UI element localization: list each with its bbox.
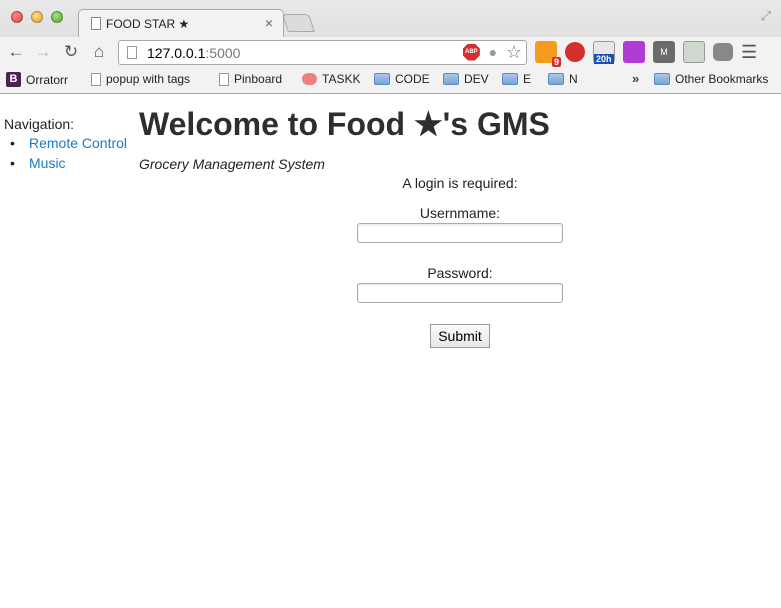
folder-icon	[374, 73, 390, 85]
navigation-list: Remote Control Music	[10, 135, 127, 175]
bookmark-label: popup with tags	[106, 72, 191, 86]
sushi-icon	[302, 73, 317, 85]
url-host: 127.0.0.1	[147, 45, 206, 61]
home-button[interactable]: ⌂	[89, 42, 109, 62]
folder-icon	[654, 73, 670, 85]
rss-icon[interactable]: 9	[535, 41, 561, 67]
bookmark-folder-n[interactable]: N	[548, 72, 578, 86]
b-icon: B	[6, 72, 21, 87]
forward-button[interactable]: →	[33, 42, 53, 62]
bookmark-folder-other[interactable]: Other Bookmarks	[654, 72, 768, 86]
bookmark-pinboard[interactable]: Pinboard	[219, 72, 282, 86]
page-title: Welcome to Food ★'s GMS	[139, 106, 550, 142]
url-text[interactable]: 127.0.0.1:5000	[147, 45, 240, 61]
extension-icons: 9 20h M ☰	[535, 41, 757, 67]
page-subtitle: Grocery Management System	[139, 156, 325, 172]
bookmarks-overflow-button[interactable]: »	[632, 71, 639, 86]
page-icon	[91, 17, 101, 30]
bookmark-label: DEV	[464, 72, 489, 86]
folder-icon	[548, 73, 564, 85]
tab-close-icon[interactable]: ×	[265, 15, 273, 31]
bookmark-popup-with-tags[interactable]: popup with tags	[91, 72, 190, 86]
username-input[interactable]	[357, 223, 563, 243]
bookmark-star-icon[interactable]: ☆	[506, 43, 522, 61]
menu-icon[interactable]: ☰	[741, 42, 757, 63]
bookmark-label: TASKK	[322, 72, 361, 86]
new-tab-button[interactable]	[282, 14, 315, 32]
navigation-label: Navigation:	[4, 116, 75, 132]
browser-chrome: FOOD STAR ★ × ⤢ ← → ↻ ⌂ 127.0.0.1:5000 A…	[0, 0, 781, 94]
window-minimize-button[interactable]	[31, 11, 43, 23]
window-maximize-button[interactable]	[51, 11, 63, 23]
bookmark-label: E	[523, 72, 532, 86]
bookmark-label: Orratorr	[26, 72, 68, 87]
bookmark-label: N	[569, 72, 578, 86]
bookmarks-bar: B Orratorr popup with tags Pinboard TASK…	[0, 68, 781, 93]
lightbulb-icon[interactable]: ●	[486, 44, 500, 61]
calendar-icon[interactable]: 20h	[593, 41, 615, 64]
bookmark-orratorr[interactable]: B Orratorr	[6, 72, 68, 87]
tab-food-star[interactable]: FOOD STAR ★ ×	[78, 9, 284, 37]
folder-icon	[443, 73, 459, 85]
nav-item-music: Music	[10, 155, 127, 175]
calendar-badge: 20h	[594, 54, 614, 64]
back-button[interactable]: ←	[6, 42, 26, 62]
page-content: Navigation: Remote Control Music Welcome…	[0, 95, 781, 608]
remote-control-link[interactable]: Remote Control	[29, 135, 127, 151]
fullscreen-icon[interactable]: ⤢	[761, 8, 771, 24]
music-link[interactable]: Music	[29, 155, 66, 171]
pocket-icon[interactable]	[713, 43, 733, 61]
bookmark-folder-e[interactable]: E	[502, 72, 531, 86]
rss-badge: 9	[551, 57, 561, 67]
stop-extension-icon[interactable]	[565, 42, 585, 62]
bookmark-label: CODE	[395, 72, 430, 86]
password-label: Password:	[427, 265, 493, 281]
page-icon	[127, 46, 137, 59]
m-extension-icon[interactable]: M	[653, 41, 675, 63]
page-icon	[91, 72, 101, 86]
feedback-icon[interactable]	[683, 41, 705, 63]
toolbar: ← → ↻ ⌂ 127.0.0.1:5000 ABP ● ☆ 9 20h M ☰	[0, 37, 781, 68]
submit-button[interactable]: Submit	[430, 324, 490, 348]
reload-button[interactable]: ↻	[61, 42, 81, 62]
url-port: :5000	[205, 45, 241, 61]
omnibox-icons: ABP ● ☆	[462, 43, 522, 61]
bookmark-folder-code[interactable]: CODE	[374, 72, 430, 86]
page-icon	[219, 72, 229, 86]
address-bar[interactable]: 127.0.0.1:5000 ABP ● ☆	[118, 40, 527, 65]
tab-title: FOOD STAR ★	[106, 17, 190, 31]
folder-icon	[502, 73, 518, 85]
bookmark-folder-dev[interactable]: DEV	[443, 72, 489, 86]
nav-item-remote-control: Remote Control	[10, 135, 127, 155]
bookmark-label: Other Bookmarks	[675, 72, 769, 86]
bookmark-label: Pinboard	[234, 72, 283, 86]
password-input[interactable]	[357, 283, 563, 303]
checkmark-extension-icon[interactable]	[623, 41, 645, 63]
m-ext-label: M	[660, 47, 668, 57]
bookmark-taskk[interactable]: TASKK	[302, 72, 360, 86]
abp-label: ABP	[465, 48, 478, 55]
username-label: Usernmame:	[419, 205, 501, 221]
title-bar: FOOD STAR ★ × ⤢	[0, 0, 781, 37]
adblock-icon[interactable]: ABP	[462, 43, 480, 61]
window-close-button[interactable]	[11, 11, 23, 23]
login-prompt: A login is required:	[402, 175, 518, 191]
